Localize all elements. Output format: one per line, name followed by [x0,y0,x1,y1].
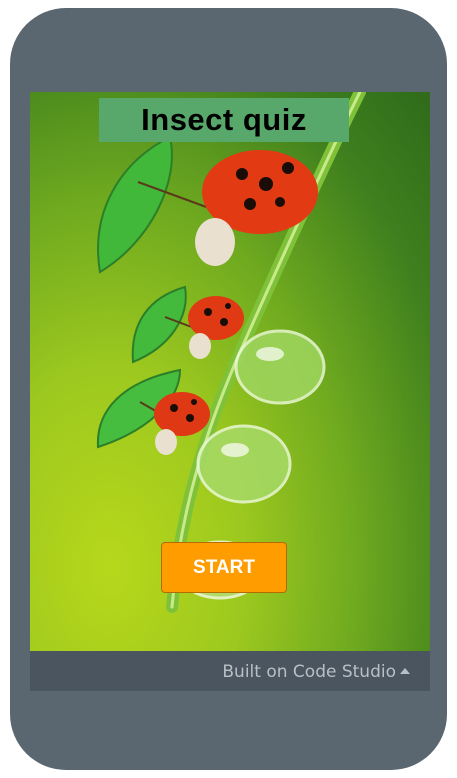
footer-label: Built on Code Studio [222,662,396,682]
title-banner: Insect quiz [99,98,349,142]
start-button[interactable]: START [161,542,287,593]
caret-up-icon [400,668,410,674]
footer-link[interactable]: Built on Code Studio [222,662,410,682]
page-title: Insect quiz [141,102,307,137]
app-screen: Insect quiz START [30,92,430,651]
code-studio-footer[interactable]: Built on Code Studio [30,651,430,691]
